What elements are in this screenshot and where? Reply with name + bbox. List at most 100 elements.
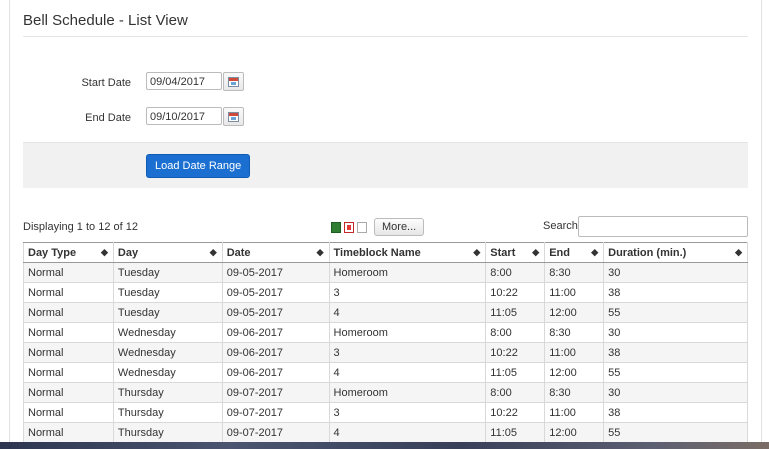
table-cell: Homeroom <box>328 382 487 403</box>
table-cell: 09-07-2017 <box>221 402 330 423</box>
column-header-label: Day Type <box>28 246 77 259</box>
table-row[interactable]: Normal Wednesday 09-06-2017 3 10:22 11:00 38 <box>23 342 748 363</box>
table-cell: 09-05-2017 <box>221 262 330 283</box>
table-cell: 38 <box>603 402 748 423</box>
table-cell: 09-06-2017 <box>221 322 330 343</box>
table-cell: Normal <box>23 302 114 323</box>
load-date-range-button[interactable]: Load Date Range <box>146 154 251 178</box>
bell-schedule-table: Day Type ◆ Day ◆ Date ◆ Timeblock Name ◆ Sta… <box>23 242 748 443</box>
column-header-date[interactable]: Date ◆ <box>221 242 330 263</box>
table-cell: Normal <box>23 262 114 283</box>
record-count: Displaying 1 to 12 of 12 <box>23 221 138 233</box>
search-input[interactable] <box>578 216 748 237</box>
table-cell: 8:30 <box>544 382 605 403</box>
table-cell: Thursday <box>112 422 223 443</box>
excel-export-icon[interactable] <box>331 221 341 233</box>
calendar-icon <box>228 76 239 87</box>
table-cell: 09-07-2017 <box>221 422 330 443</box>
table-cell: Tuesday <box>112 262 223 283</box>
table-row[interactable]: Normal Thursday 09-07-2017 3 10:22 11:00 38 <box>23 402 748 423</box>
table-cell: 8:30 <box>544 262 605 283</box>
table-row[interactable]: Normal Tuesday 09-05-2017 3 10:22 11:00 38 <box>23 282 748 303</box>
table-row[interactable]: Normal Wednesday 09-06-2017 4 11:05 12:00 55 <box>23 362 748 383</box>
table-cell: 30 <box>603 322 748 343</box>
table-cell: Normal <box>23 382 114 403</box>
table-row[interactable]: Normal Tuesday 09-05-2017 4 11:05 12:00 55 <box>23 302 748 323</box>
table-cell: 55 <box>603 302 748 323</box>
table-cell: Normal <box>23 362 114 383</box>
table-cell: 38 <box>603 282 748 303</box>
table-cell: 09-07-2017 <box>221 382 330 403</box>
table-cell: Tuesday <box>112 282 223 303</box>
sort-icon: ◆ <box>100 247 108 257</box>
column-header-end[interactable]: End ◆ <box>544 242 605 263</box>
table-cell: Thursday <box>112 402 223 423</box>
desktop-background-strip <box>0 442 769 449</box>
table-cell: 3 <box>328 402 487 423</box>
table-cell: 10:22 <box>485 402 546 423</box>
table-cell: Tuesday <box>112 302 223 323</box>
table-cell: 38 <box>603 342 748 363</box>
table-cell: 4 <box>328 302 487 323</box>
table-cell: 09-05-2017 <box>221 282 330 303</box>
more-button[interactable]: More... <box>374 218 425 236</box>
column-header-start[interactable]: Start ◆ <box>485 242 546 263</box>
sort-icon: ◆ <box>473 247 481 257</box>
column-header-label: Start <box>490 246 516 259</box>
table-cell: 12:00 <box>544 422 605 443</box>
table-cell: 3 <box>328 282 487 303</box>
table-cell: Normal <box>23 322 114 343</box>
page-title: Bell Schedule - List View <box>23 12 188 29</box>
table-cell: Thursday <box>112 382 223 403</box>
table-row[interactable]: Normal Thursday 09-07-2017 4 11:05 12:00 55 <box>23 422 748 443</box>
table-cell: 30 <box>603 382 748 403</box>
table-cell: Wednesday <box>112 322 223 343</box>
table-cell: 09-05-2017 <box>221 302 330 323</box>
table-cell: Homeroom <box>328 322 487 343</box>
start-date-input[interactable]: 09/04/2017 <box>146 72 222 90</box>
table-row[interactable]: Normal Wednesday 09-06-2017 Homeroom 8:00 8:3… <box>23 322 748 343</box>
document-export-icon[interactable] <box>357 221 367 233</box>
table-row[interactable]: Normal Tuesday 09-05-2017 Homeroom 8:00 8:30 3… <box>23 262 748 283</box>
sort-icon: ◆ <box>316 247 324 257</box>
column-header-duration[interactable]: Duration (min.) ◆ <box>603 242 748 263</box>
sort-icon: ◆ <box>591 247 599 257</box>
table-cell: 11:00 <box>544 342 605 363</box>
column-header-label: Duration (min.) <box>608 246 687 259</box>
column-header-day[interactable]: Day ◆ <box>112 242 223 263</box>
title-divider <box>23 36 748 37</box>
column-header-timeblock-name[interactable]: Timeblock Name ◆ <box>328 242 487 263</box>
table-cell: Normal <box>23 422 114 443</box>
pdf-export-icon[interactable] <box>344 221 354 233</box>
column-header-day-type[interactable]: Day Type ◆ <box>23 242 114 263</box>
table-cell: 11:05 <box>485 302 546 323</box>
table-cell: 12:00 <box>544 362 605 383</box>
table-cell: 11:00 <box>544 402 605 423</box>
table-cell: 30 <box>603 262 748 283</box>
sort-icon: ◆ <box>209 247 217 257</box>
table-cell: Homeroom <box>328 262 487 283</box>
table-cell: 11:00 <box>544 282 605 303</box>
table-cell: 55 <box>603 422 748 443</box>
table-body: Normal Tuesday 09-05-2017 Homeroom 8:00 8:30 3… <box>23 262 748 443</box>
table-cell: 09-06-2017 <box>221 342 330 363</box>
column-header-label: Day <box>117 246 139 259</box>
start-date-calendar-button[interactable] <box>223 72 244 91</box>
table-cell: 55 <box>603 362 748 383</box>
table-cell: 11:05 <box>485 422 546 443</box>
table-cell: Normal <box>23 282 114 303</box>
search-label: Search <box>543 220 578 232</box>
table-cell: 8:00 <box>485 322 546 343</box>
end-date-calendar-button[interactable] <box>223 107 244 126</box>
table-cell: Wednesday <box>112 342 223 363</box>
table-cell: 12:00 <box>544 302 605 323</box>
table-cell: 8:30 <box>544 322 605 343</box>
table-cell: 09-06-2017 <box>221 362 330 383</box>
table-cell: Wednesday <box>112 362 223 383</box>
column-header-label: Date <box>226 246 251 259</box>
column-header-label: Timeblock Name <box>333 246 421 259</box>
table-cell: Normal <box>23 342 114 363</box>
table-row[interactable]: Normal Thursday 09-07-2017 Homeroom 8:00 8:30… <box>23 382 748 403</box>
end-date-input[interactable]: 09/10/2017 <box>146 107 222 125</box>
table-cell: 4 <box>328 362 487 383</box>
